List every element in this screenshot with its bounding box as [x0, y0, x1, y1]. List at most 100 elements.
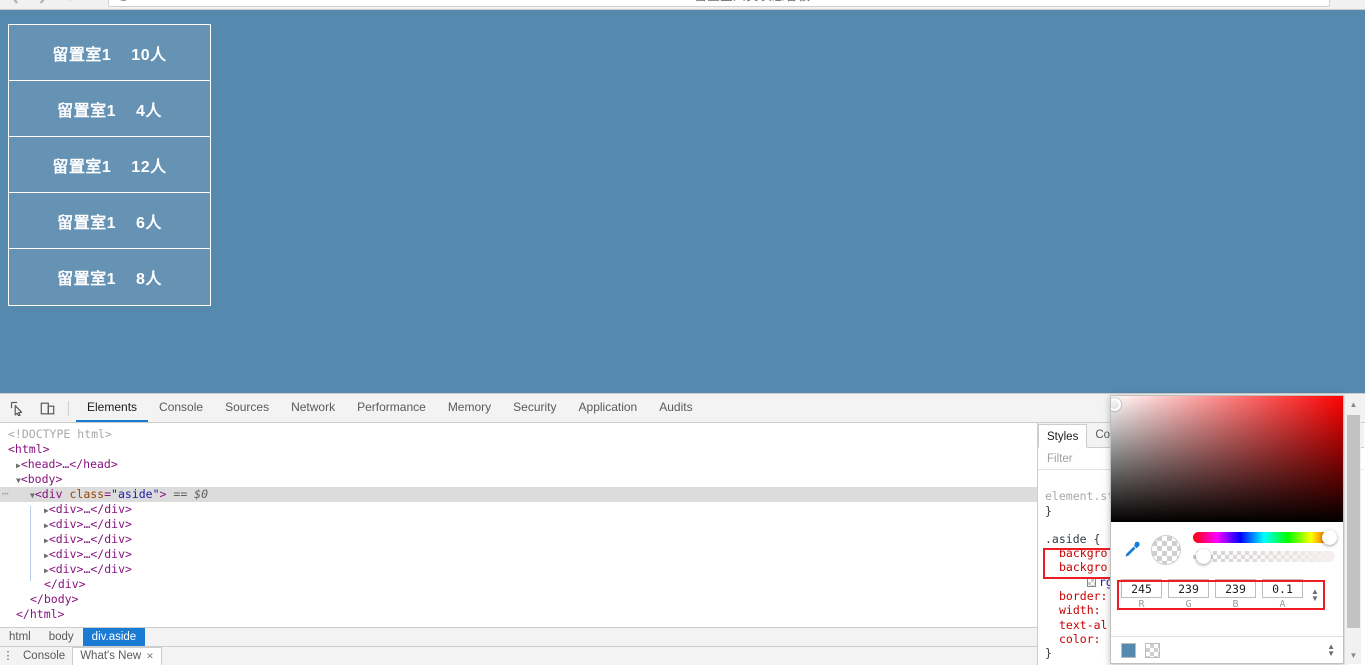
dom-line-aside-selected[interactable]: ⋯▼<div class="aside"> == $0 [0, 487, 1037, 502]
drawer-tab-whats-new[interactable]: What's New ✕ [72, 647, 162, 665]
reload-icon[interactable]: ⟳ [62, 0, 80, 5]
back-arrow-icon[interactable]: ❮ [6, 0, 24, 5]
breadcrumb-div-aside[interactable]: div.aside [83, 628, 146, 647]
color-swatch-icon[interactable] [1087, 578, 1096, 587]
dom-line-head[interactable]: ▶<head>…</head> [0, 457, 1037, 472]
child-div-text: <div>…</div> [49, 517, 132, 531]
room-name: 留置室1 [57, 265, 116, 289]
site-info-icon[interactable]: i [117, 0, 130, 1]
more-vertical-icon[interactable]: ⋮ [0, 652, 16, 660]
forward-arrow-icon[interactable]: ❯ [34, 0, 52, 5]
tab-network[interactable]: Network [280, 394, 346, 422]
tab-performance[interactable]: Performance [346, 394, 437, 422]
hue-slider[interactable] [1193, 532, 1335, 543]
alpha-input[interactable]: 0.1 [1262, 579, 1303, 598]
address-bar-text: localhost / 留置室人员状态看板 [138, 0, 1302, 4]
prop-name-background-1: backgro [1059, 546, 1107, 560]
dom-tree: <!DOCTYPE html> <html> ▶<head>…</head> ▼… [0, 423, 1037, 622]
dom-line-body-open[interactable]: ▼<body> [0, 472, 1037, 487]
blue-input[interactable]: 239 [1215, 579, 1256, 598]
format-toggle-icon[interactable]: ▲▼ [1311, 588, 1319, 602]
drawer-tab-console[interactable]: Console [16, 650, 72, 662]
body-close-text: </body> [30, 592, 78, 606]
child-div-text: <div>…</div> [49, 532, 132, 546]
aside-selector-text: .aside { [1045, 532, 1100, 546]
channel-b: 239 B [1215, 579, 1256, 610]
tab-memory[interactable]: Memory [437, 394, 502, 422]
palette-swatch-page-blue[interactable] [1121, 643, 1136, 658]
scroll-thumb[interactable] [1347, 415, 1360, 628]
dom-line-doctype[interactable]: <!DOCTYPE html> [0, 427, 1037, 442]
tab-audits[interactable]: Audits [648, 394, 703, 422]
address-bar[interactable]: i localhost / 留置室人员状态看板 ☆ [108, 0, 1330, 7]
scroll-down-icon[interactable]: ▼ [1345, 647, 1362, 664]
breadcrumb-body[interactable]: body [40, 628, 83, 647]
room-count: 4人 [136, 97, 162, 121]
element-style-brace: } [1045, 504, 1052, 518]
room-count: 12人 [131, 153, 166, 177]
child-div-text: <div>…</div> [49, 502, 132, 516]
green-label: G [1168, 599, 1209, 610]
alpha-slider-knob[interactable] [1196, 549, 1211, 564]
sv-handle[interactable] [1110, 398, 1121, 411]
page-viewport: 留置室1 10人 留置室1 4人 留置室1 12人 留置室1 6人 留置室1 8… [0, 10, 1365, 393]
channel-a: 0.1 A [1262, 579, 1303, 610]
prop-name-border: border: [1059, 589, 1107, 603]
star-icon[interactable]: ☆ [1310, 0, 1321, 1]
dom-line-child-3[interactable]: ▶<div>…</div> [0, 532, 1037, 547]
list-item[interactable]: 留置室1 12人 [9, 137, 210, 193]
html-tag-text: <html> [8, 442, 50, 456]
aside-rule-brace: } [1045, 646, 1052, 660]
tab-elements[interactable]: Elements [76, 394, 148, 422]
list-item[interactable]: 留置室1 4人 [9, 81, 210, 137]
dom-line-child-4[interactable]: ▶<div>…</div> [0, 547, 1037, 562]
device-toolbar-icon[interactable] [34, 395, 60, 421]
child-div-text: <div>…</div> [49, 562, 132, 576]
color-sliders [1193, 529, 1335, 570]
prop-name-text-align: text-al [1059, 618, 1107, 632]
aside-close-text: </div> [44, 577, 86, 591]
hue-slider-knob[interactable] [1322, 530, 1337, 545]
picker-palette-footer: ▲▼ [1111, 636, 1344, 663]
list-item[interactable]: 留置室1 8人 [9, 249, 210, 305]
html-close-text: </html> [16, 607, 64, 621]
dom-line-child-5[interactable]: ▶<div>…</div> [0, 562, 1037, 577]
red-input[interactable]: 245 [1121, 579, 1162, 598]
color-picker-popup[interactable]: 245 R 239 G 239 B 0.1 A ▲▼ ▲▼ [1110, 395, 1344, 664]
drawer-tab-whats-new-label: What's New [80, 647, 141, 665]
alpha-slider[interactable] [1193, 551, 1335, 562]
styles-filter-placeholder: Filter [1047, 453, 1073, 465]
palette-toggle-icon[interactable]: ▲▼ [1327, 643, 1335, 657]
inspect-element-icon[interactable] [4, 395, 30, 421]
palette-swatch-transparent[interactable] [1145, 643, 1160, 658]
tab-application[interactable]: Application [568, 394, 649, 422]
styles-scrollbar[interactable]: ▲ ▼ [1344, 396, 1361, 664]
browser-nav-controls: ❮ ❯ ⟳ [6, 0, 80, 10]
close-icon[interactable]: ✕ [146, 647, 154, 665]
saturation-value-area[interactable] [1111, 396, 1344, 522]
tab-console[interactable]: Console [148, 394, 214, 422]
tab-styles[interactable]: Styles [1038, 424, 1087, 448]
dom-line-child-1[interactable]: ▶<div>…</div> [0, 502, 1037, 517]
dom-line-html-open[interactable]: <html> [0, 442, 1037, 457]
scroll-up-icon[interactable]: ▲ [1345, 396, 1362, 413]
dom-line-child-2[interactable]: ▶<div>…</div> [0, 517, 1037, 532]
head-tag-text: <head>…</head> [21, 457, 118, 471]
aside-attr-value: "aside" [111, 487, 159, 501]
tab-sources[interactable]: Sources [214, 394, 280, 422]
breadcrumb-html[interactable]: html [0, 628, 40, 647]
rgba-inputs-row: 245 R 239 G 239 B 0.1 A ▲▼ [1111, 577, 1343, 610]
selected-node-ref: == $0 [173, 487, 208, 501]
list-item[interactable]: 留置室1 6人 [9, 193, 210, 249]
list-item[interactable]: 留置室1 10人 [9, 25, 210, 81]
blue-label: B [1215, 599, 1256, 610]
green-input[interactable]: 239 [1168, 579, 1209, 598]
more-options-icon[interactable]: ⋯ [2, 486, 9, 501]
doctype-text: <!DOCTYPE html> [8, 427, 112, 441]
room-name: 留置室1 [52, 153, 111, 177]
tab-security[interactable]: Security [502, 394, 567, 422]
dom-line-body-close[interactable]: </body> [0, 592, 1037, 607]
dom-line-html-close[interactable]: </html> [0, 607, 1037, 622]
dom-line-aside-close[interactable]: </div> [0, 577, 1037, 592]
eyedropper-icon[interactable] [1119, 537, 1145, 563]
